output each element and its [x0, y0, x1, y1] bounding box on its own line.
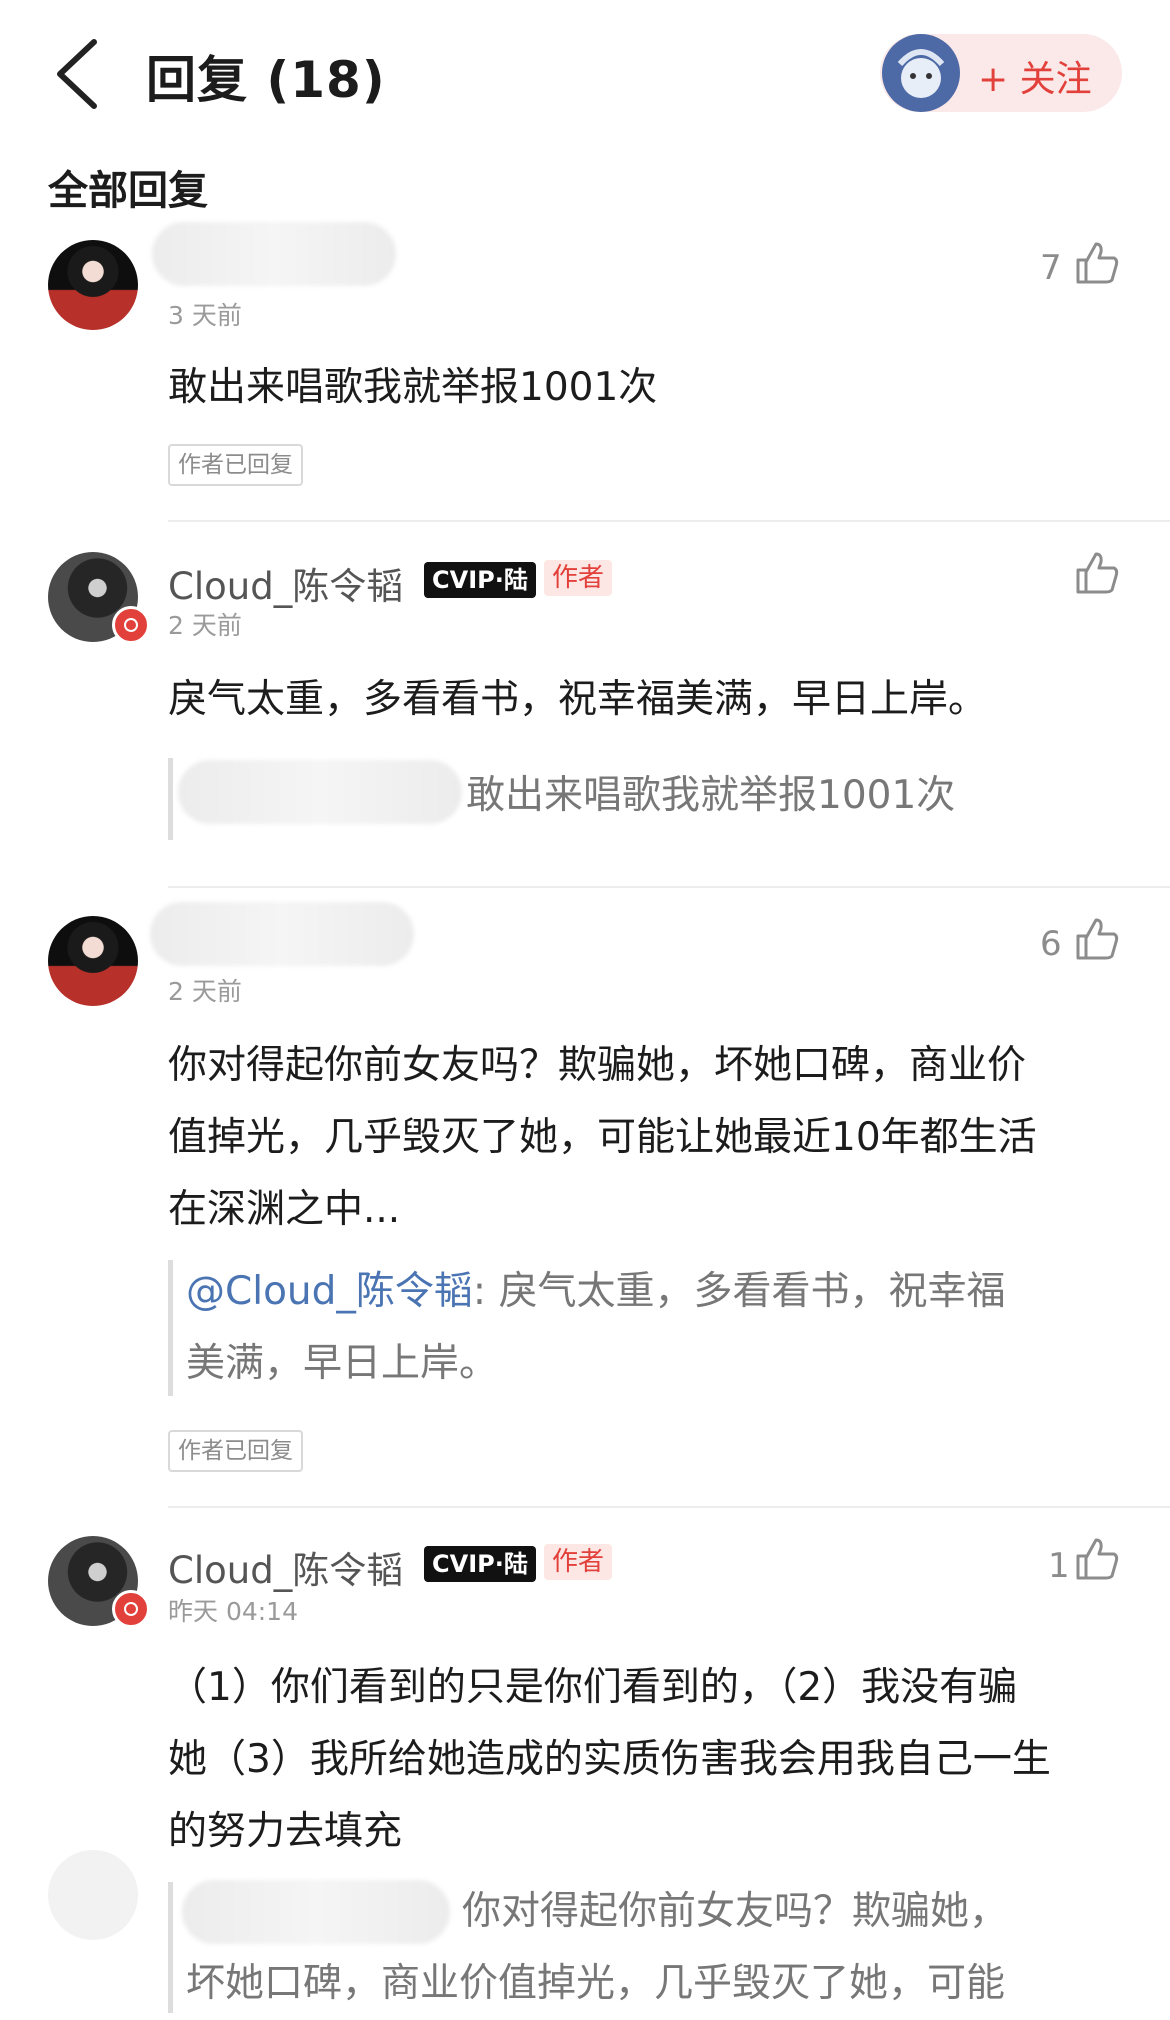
quote-text: 美满，早日上岸。	[186, 1341, 499, 1386]
thumbs-up-icon[interactable]	[1074, 1536, 1120, 1582]
quote-bar	[168, 1882, 173, 2013]
music-badge-icon	[112, 606, 150, 644]
comment-text: 戾气太重，多看看书，祝幸福美满，早日上岸。	[168, 677, 988, 722]
music-badge-icon	[112, 1590, 150, 1628]
comment-time: 2 天前	[168, 977, 242, 1006]
comment-text-line: 值掉光，几乎毁灭了她，可能让她最近10年都生活	[168, 1115, 1037, 1160]
thumbs-up-icon[interactable]	[1074, 550, 1120, 596]
author-replied-tag: 作者已回复	[168, 444, 303, 486]
quote-bar	[168, 758, 173, 840]
author-replied-tag: 作者已回复	[168, 1430, 303, 1472]
faded-avatar	[48, 1850, 138, 1940]
comment-text-line: 你对得起你前女友吗？欺骗她，坏她口碑，商业价	[168, 1043, 1027, 1088]
comment-text-line: （1）你们看到的只是你们看到的，（2）我没有骗	[168, 1665, 1018, 1710]
quote-bar	[168, 1260, 173, 1396]
author-avatar[interactable]	[882, 34, 960, 112]
quote-text: : 戾气太重，多看看书，祝幸福	[472, 1269, 1006, 1314]
quote-text: 你对得起你前女友吗？欺骗她，	[462, 1889, 1009, 1934]
comment-text-line: 的努力去填充	[168, 1809, 403, 1854]
comment-time: 昨天 04:14	[168, 1597, 298, 1626]
divider	[168, 520, 1170, 522]
blurred-username	[152, 222, 396, 286]
back-button[interactable]	[48, 36, 108, 112]
author-tag: 作者	[544, 1544, 613, 1580]
author-tag: 作者	[544, 560, 613, 596]
quote-text: 坏她口碑，商业价值掉光，几乎毁灭了她，可能	[186, 1961, 1006, 2006]
quote-line: @Cloud_陈令韬: 戾气太重，多看看书，祝幸福	[186, 1256, 1005, 1328]
comment-time: 2 天前	[168, 611, 242, 640]
blurred-username	[182, 1880, 450, 1944]
quote-text: 敢出来唱歌我就举报1001次	[466, 773, 956, 818]
avatar[interactable]	[48, 240, 138, 330]
section-title: 全部回复	[48, 168, 208, 214]
follow-label: + 关注	[978, 59, 1092, 100]
comment-text: 敢出来唱歌我就举报1001次	[168, 365, 658, 410]
like-count: 7	[1040, 248, 1062, 288]
blurred-username	[178, 760, 462, 824]
comment-time: 3 天前	[168, 301, 242, 330]
thumbs-up-icon[interactable]	[1074, 240, 1120, 286]
like-count: 6	[1040, 924, 1062, 964]
comment-text-line: 她（3）我所给她造成的实质伤害我会用我自己一生	[168, 1737, 1051, 1782]
chevron-left-icon	[57, 39, 97, 109]
blurred-username	[150, 902, 414, 966]
mention-link[interactable]: @Cloud_陈令韬	[186, 1269, 473, 1314]
page-title: 回复 (18)	[146, 51, 386, 109]
divider	[168, 886, 1170, 888]
comment-text-line: 在深渊之中...	[168, 1187, 401, 1232]
vip-badge: CVIP·陆	[424, 1546, 536, 1582]
avatar[interactable]	[48, 916, 138, 1006]
username[interactable]: Cloud_陈令韬	[168, 556, 403, 610]
username[interactable]: Cloud_陈令韬	[168, 1540, 403, 1594]
like-count: 1	[1048, 1546, 1070, 1586]
thumbs-up-icon[interactable]	[1074, 916, 1120, 962]
divider	[168, 1506, 1170, 1508]
vip-badge: CVIP·陆	[424, 562, 536, 598]
